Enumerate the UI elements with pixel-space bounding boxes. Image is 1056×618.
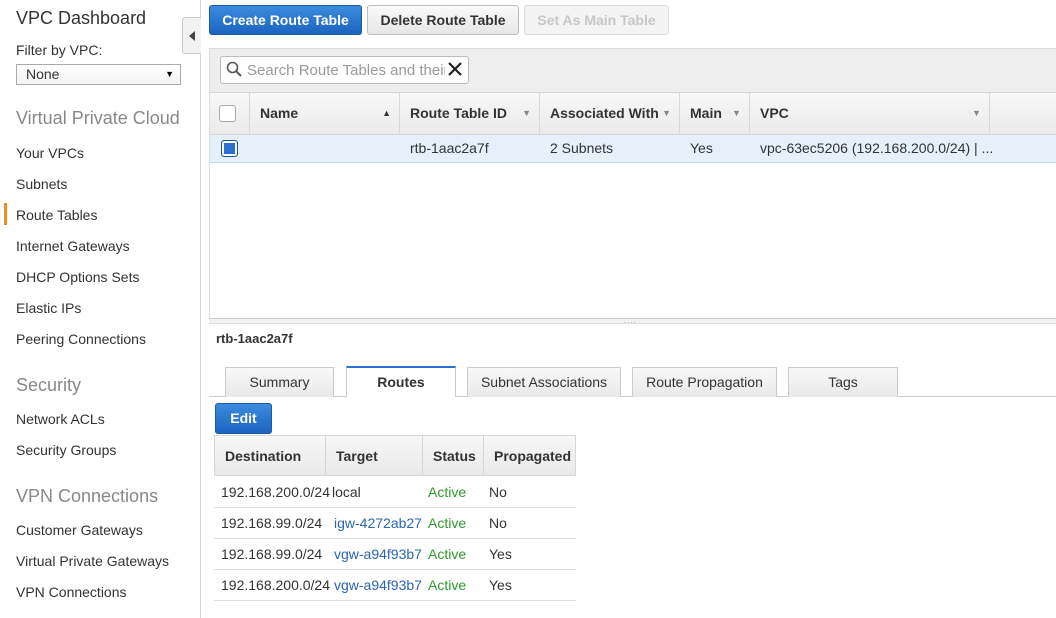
edit-button[interactable]: Edit — [215, 403, 272, 434]
sidebar-item-vpn-connections[interactable]: VPN Connections — [16, 584, 127, 600]
sidebar-item-internet-gateways[interactable]: Internet Gateways — [16, 238, 130, 254]
route-propagated: No — [489, 484, 507, 500]
search-input[interactable] — [247, 60, 445, 80]
column-header-route-table-id[interactable]: Route Table ID ▼ — [400, 93, 540, 135]
tab-routes[interactable]: Routes — [346, 366, 456, 397]
row-checkbox[interactable] — [221, 140, 238, 157]
create-route-table-button[interactable]: Create Route Table — [209, 5, 362, 35]
filter-label: Filter by VPC: — [16, 42, 103, 58]
route-tables-grid: Name ▲ Route Table ID ▼ Associated With … — [209, 48, 1056, 319]
column-header-name[interactable]: Name ▲ — [250, 93, 400, 135]
set-as-main-table-button[interactable]: Set As Main Table — [524, 5, 669, 35]
sidebar-item-peering-connections[interactable]: Peering Connections — [16, 331, 146, 347]
route-status: Active — [428, 484, 467, 500]
sidebar-item-network-acls[interactable]: Network ACLs — [16, 411, 105, 427]
column-label-route-table-id: Route Table ID — [410, 105, 507, 121]
vpc-filter-select[interactable]: None ▼ — [16, 64, 181, 85]
section-security: Security — [16, 375, 82, 395]
select-all-checkbox[interactable] — [219, 105, 236, 122]
vpc-filter-value: None — [26, 66, 60, 82]
sidebar-item-elastic-ips[interactable]: Elastic IPs — [16, 300, 81, 316]
row-associated-with: 2 Subnets — [550, 140, 614, 156]
route-target-link[interactable]: vgw-a94f93b7 — [334, 570, 422, 600]
routes-header-status[interactable]: Status — [423, 436, 484, 476]
search-icon — [226, 61, 242, 77]
routes-header-destination[interactable]: Destination — [215, 436, 326, 476]
route-target-link[interactable]: igw-4272ab27 — [334, 508, 422, 538]
select-all-cell — [210, 93, 250, 135]
sidebar-item-customer-gateways[interactable]: Customer Gateways — [16, 522, 143, 538]
table-row: 192.168.200.0/24 local Active No — [214, 477, 576, 508]
row-main: Yes — [690, 140, 713, 156]
chevron-left-icon — [189, 31, 195, 41]
sidebar-item-virtual-private-gateways[interactable]: Virtual Private Gateways — [16, 553, 169, 569]
panel-splitter[interactable]: .... — [209, 316, 1056, 325]
grip-icon: .... — [624, 316, 637, 325]
caret-down-icon: ▼ — [165, 69, 174, 79]
chevron-down-icon: ▼ — [732, 108, 741, 118]
sidebar-item-your-vpcs[interactable]: Your VPCs — [16, 145, 84, 161]
sidebar-item-security-groups[interactable]: Security Groups — [16, 442, 116, 458]
column-header-associated-with[interactable]: Associated With ▼ — [540, 93, 680, 135]
close-icon[interactable] — [446, 60, 464, 78]
column-label-associated-with: Associated With — [550, 105, 659, 121]
route-destination: 192.168.99.0/24 — [221, 546, 323, 562]
sidebar-item-dhcp-options-sets[interactable]: DHCP Options Sets — [16, 269, 139, 285]
sidebar-item-subnets[interactable]: Subnets — [16, 176, 67, 192]
row-route-table-id: rtb-1aac2a7f — [410, 140, 489, 156]
route-status: Active — [428, 577, 467, 593]
route-status: Active — [428, 515, 467, 531]
chevron-down-icon: ▼ — [972, 108, 981, 118]
column-label-main: Main — [690, 105, 722, 121]
route-propagated: No — [489, 515, 507, 531]
row-vpc: vpc-63ec5206 (192.168.200.0/24) | ... — [760, 140, 994, 156]
sidebar-item-route-tables[interactable]: Route Tables — [3, 203, 97, 225]
search-box[interactable] — [220, 56, 469, 84]
dashboard-title[interactable]: VPC Dashboard — [16, 8, 146, 29]
table-row: 192.168.99.0/24 vgw-a94f93b7 Active Yes — [214, 539, 576, 570]
route-destination: 192.168.99.0/24 — [221, 515, 323, 531]
route-target-link[interactable]: vgw-a94f93b7 — [334, 539, 422, 569]
column-label-name: Name — [260, 105, 299, 121]
column-header-vpc[interactable]: VPC ▼ — [750, 93, 990, 135]
detail-title: rtb-1aac2a7f — [216, 331, 293, 346]
search-bar — [210, 49, 1056, 93]
sort-asc-icon: ▲ — [382, 108, 391, 118]
chevron-down-icon: ▼ — [662, 108, 671, 118]
grid-header: Name ▲ Route Table ID ▼ Associated With … — [210, 93, 1056, 135]
route-target: local — [332, 484, 361, 500]
chevron-down-icon: ▼ — [522, 108, 531, 118]
tab-summary[interactable]: Summary — [225, 367, 334, 397]
column-header-main[interactable]: Main ▼ — [680, 93, 750, 135]
tab-subnet-associations[interactable]: Subnet Associations — [467, 367, 621, 397]
table-row[interactable]: rtb-1aac2a7f 2 Subnets Yes vpc-63ec5206 … — [210, 135, 1056, 163]
route-destination: 192.168.200.0/24 — [221, 484, 330, 500]
table-row: 192.168.200.0/24 vgw-a94f93b7 Active Yes — [214, 570, 576, 601]
tab-route-propagation[interactable]: Route Propagation — [632, 367, 777, 397]
section-vpn-connections: VPN Connections — [16, 486, 159, 506]
routes-header-target[interactable]: Target — [326, 436, 423, 476]
delete-route-table-button[interactable]: Delete Route Table — [367, 5, 519, 35]
route-propagated: Yes — [489, 546, 512, 562]
routes-header-propagated[interactable]: Propagated — [484, 436, 576, 476]
route-destination: 192.168.200.0/24 — [221, 577, 330, 593]
tab-tags[interactable]: Tags — [788, 367, 898, 397]
column-label-vpc: VPC — [760, 105, 789, 121]
sidebar-collapse-button[interactable] — [182, 17, 201, 54]
routes-table-header: Destination Target Status Propagated — [214, 435, 576, 476]
route-status: Active — [428, 546, 467, 562]
table-row: 192.168.99.0/24 igw-4272ab27 Active No — [214, 508, 576, 539]
sidebar: VPC Dashboard Filter by VPC: None ▼ Virt… — [0, 0, 201, 618]
section-virtual-private-cloud: Virtual Private Cloud — [16, 108, 180, 128]
route-propagated: Yes — [489, 577, 512, 593]
